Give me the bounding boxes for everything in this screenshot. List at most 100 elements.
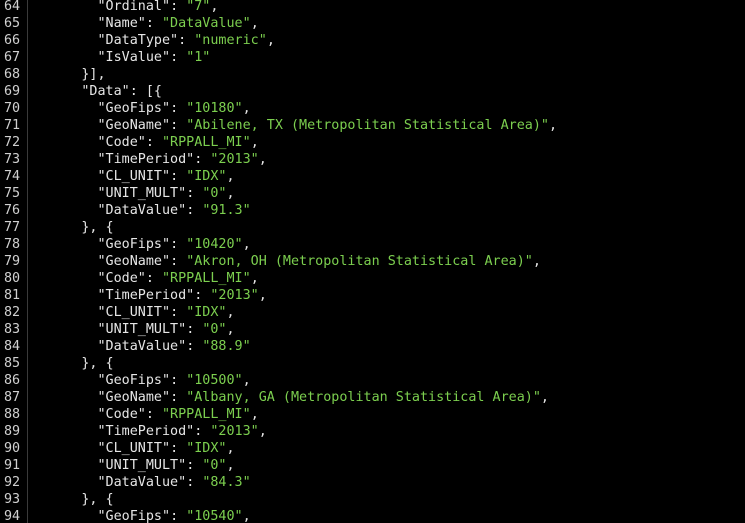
line-code: "DataValue": "84.3" xyxy=(33,474,251,491)
json-punctuation xyxy=(33,373,98,388)
code-line[interactable]: 85 }, { xyxy=(0,355,745,372)
line-code: "GeoName": "Albany, GA (Metropolitan Sta… xyxy=(33,389,549,406)
code-line[interactable]: 83 "UNIT_MULT": "0", xyxy=(0,321,745,338)
code-line[interactable]: 80 "Code": "RPPALL_MI", xyxy=(0,270,745,287)
line-gutter: 93 xyxy=(0,491,26,508)
json-string: "2013" xyxy=(210,424,259,439)
json-punctuation: : xyxy=(194,152,211,167)
json-punctuation: : xyxy=(170,0,187,14)
json-key: "TimePeriod" xyxy=(97,288,195,303)
code-line[interactable]: 78 "GeoFips": "10420", xyxy=(0,236,745,253)
json-key: "Data" xyxy=(81,84,130,99)
json-punctuation xyxy=(33,33,98,48)
json-string: "7" xyxy=(186,0,211,14)
json-punctuation: , xyxy=(242,101,251,116)
line-code: "CL_UNIT": "IDX", xyxy=(33,440,235,457)
json-string: "Akron, OH (Metropolitan Statistical Are… xyxy=(186,254,533,269)
line-code: }, { xyxy=(33,219,113,236)
code-line[interactable]: 79 "GeoName": "Akron, OH (Metropolitan S… xyxy=(0,253,745,270)
json-punctuation xyxy=(33,424,98,439)
code-line[interactable]: 66 "DataType": "numeric", xyxy=(0,32,745,49)
line-code: "GeoName": "Akron, OH (Metropolitan Stat… xyxy=(33,253,541,270)
json-key: "GeoName" xyxy=(97,254,171,269)
code-line[interactable]: 91 "UNIT_MULT": "0", xyxy=(0,457,745,474)
json-punctuation: : xyxy=(145,16,162,31)
code-lines: 64 "Ordinal": "7", 65 "Name": "DataValue"… xyxy=(0,0,745,523)
line-gutter: 79 xyxy=(0,253,26,270)
line-code: "Name": "DataValue", xyxy=(33,15,259,32)
line-code: "Code": "RPPALL_MI", xyxy=(33,270,259,287)
json-string: "IDX" xyxy=(186,169,227,184)
code-line[interactable]: 82 "CL_UNIT": "IDX", xyxy=(0,304,745,321)
line-code: }, { xyxy=(33,355,114,372)
code-line[interactable]: 67 "IsValue": "1" xyxy=(0,49,745,66)
json-punctuation: : xyxy=(145,271,162,286)
json-punctuation: , xyxy=(226,458,235,473)
json-punctuation xyxy=(33,475,98,490)
code-line[interactable]: 64 "Ordinal": "7", xyxy=(0,0,745,15)
json-punctuation: }, { xyxy=(33,356,114,371)
line-number: 64 xyxy=(4,0,21,14)
line-number: 70 xyxy=(4,101,21,116)
json-punctuation: , xyxy=(242,373,251,388)
json-punctuation: : [{ xyxy=(129,84,162,99)
line-code: "UNIT_MULT": "0", xyxy=(33,457,235,474)
line-gutter: 71 xyxy=(0,117,26,134)
line-gutter: 73 xyxy=(0,151,26,168)
line-number: 86 xyxy=(4,373,21,388)
line-code: "Ordinal": "7", xyxy=(33,0,219,15)
json-string: "0" xyxy=(202,458,227,473)
line-number: 80 xyxy=(4,271,21,286)
line-code: "TimePeriod": "2013", xyxy=(33,151,267,168)
code-line[interactable]: 69 "Data": [{ xyxy=(0,83,745,100)
json-punctuation xyxy=(33,101,98,116)
code-line[interactable]: 89 "TimePeriod": "2013", xyxy=(0,423,745,440)
line-gutter: 77 xyxy=(0,219,26,236)
json-punctuation: : xyxy=(145,135,162,150)
line-code: "UNIT_MULT": "0", xyxy=(33,185,235,202)
line-code: }, { xyxy=(33,491,113,508)
line-number: 69 xyxy=(4,84,21,99)
code-line[interactable]: 90 "CL_UNIT": "IDX", xyxy=(0,440,745,457)
code-line[interactable]: 73 "TimePeriod": "2013", xyxy=(0,151,745,168)
json-string: "DataValue" xyxy=(162,16,251,31)
line-code: "GeoFips": "10420", xyxy=(33,236,251,253)
line-number: 79 xyxy=(4,254,21,269)
code-line[interactable]: 74 "CL_UNIT": "IDX", xyxy=(0,168,745,185)
json-punctuation: : xyxy=(170,441,187,456)
code-line[interactable]: 92 "DataValue": "84.3" xyxy=(0,474,745,491)
code-line[interactable]: 88 "Code": "RPPALL_MI", xyxy=(0,406,745,423)
code-line[interactable]: 81 "TimePeriod": "2013", xyxy=(0,287,745,304)
json-punctuation xyxy=(33,390,98,405)
code-line[interactable]: 70 "GeoFips": "10180", xyxy=(0,100,745,117)
code-line[interactable]: 76 "DataValue": "91.3" xyxy=(0,202,745,219)
code-editor[interactable]: 64 "Ordinal": "7", 65 "Name": "DataValue"… xyxy=(0,0,745,523)
json-string: "RPPALL_MI" xyxy=(162,407,251,422)
line-gutter: 83 xyxy=(0,321,26,338)
json-punctuation: : xyxy=(178,33,195,48)
code-line[interactable]: 93 }, { xyxy=(0,491,745,508)
line-code: "GeoFips": "10180", xyxy=(33,100,251,117)
code-line[interactable]: 75 "UNIT_MULT": "0", xyxy=(0,185,745,202)
line-gutter: 85 xyxy=(0,355,26,372)
line-gutter: 87 xyxy=(0,389,26,406)
code-line[interactable]: 86 "GeoFips": "10500", xyxy=(0,372,745,389)
json-punctuation: , xyxy=(250,16,259,31)
code-line[interactable]: 77 }, { xyxy=(0,219,745,236)
line-number: 72 xyxy=(4,135,21,150)
code-line[interactable]: 87 "GeoName": "Albany, GA (Metropolitan … xyxy=(0,389,745,406)
code-line[interactable]: 72 "Code": "RPPALL_MI", xyxy=(0,134,745,151)
code-line[interactable]: 71 "GeoName": "Abilene, TX (Metropolitan… xyxy=(0,117,745,134)
json-key: "Code" xyxy=(97,135,146,150)
json-punctuation: , xyxy=(250,271,259,286)
line-number: 93 xyxy=(4,492,21,507)
json-punctuation: : xyxy=(194,288,211,303)
line-gutter: 80 xyxy=(0,270,26,287)
line-gutter: 67 xyxy=(0,49,26,66)
code-line[interactable]: 65 "Name": "DataValue", xyxy=(0,15,745,32)
code-line[interactable]: 84 "DataValue": "88.9" xyxy=(0,338,745,355)
code-line[interactable]: 94 "GeoFips": "10540", xyxy=(0,508,745,523)
line-number: 89 xyxy=(4,424,21,439)
json-key: "CL_UNIT" xyxy=(97,441,171,456)
code-line[interactable]: 68 }], xyxy=(0,66,745,83)
